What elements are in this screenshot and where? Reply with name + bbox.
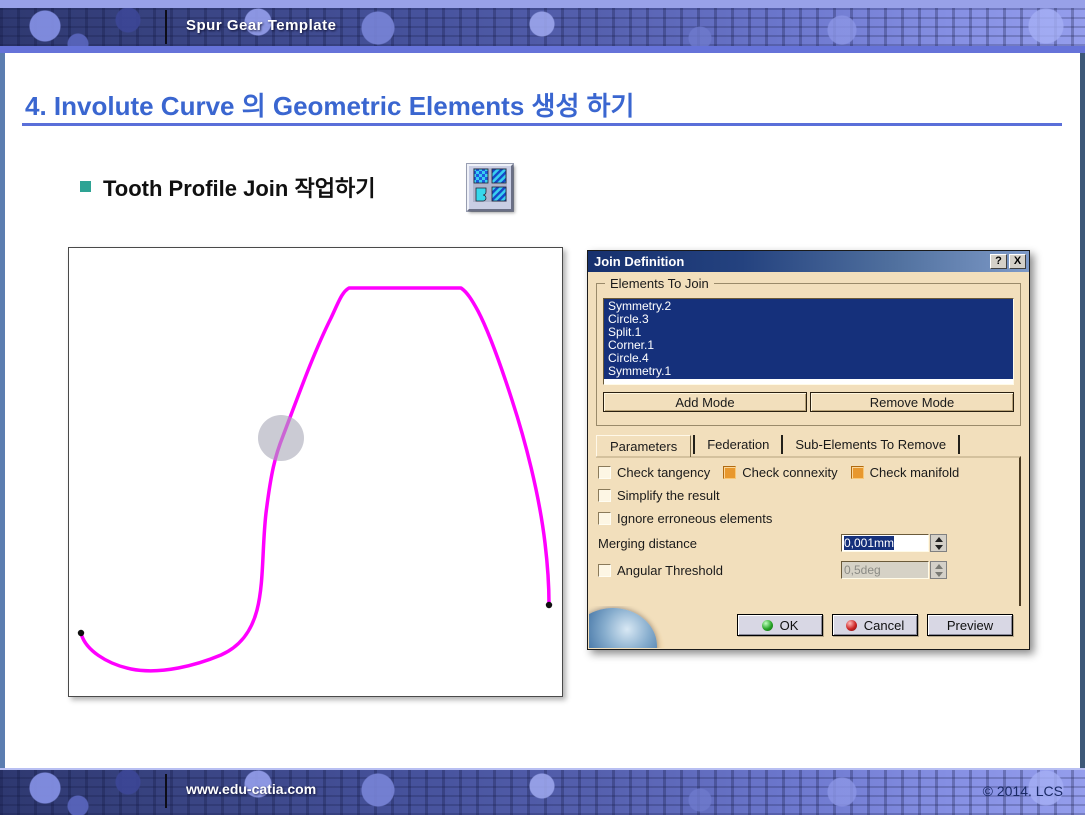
join-icon [473, 168, 507, 207]
mode-buttons-row: Add Mode Remove Mode [603, 392, 1014, 412]
footer-url: www.edu-catia.com [186, 781, 316, 797]
simplify-result-option[interactable]: Simplify the result [598, 488, 1015, 503]
check-manifold-option[interactable]: Check manifold [851, 465, 960, 480]
check-manifold-label: Check manifold [870, 465, 960, 480]
merging-distance-label: Merging distance [598, 536, 697, 551]
merging-distance-row: Merging distance 0,001mm [598, 534, 1015, 552]
simplify-result-checkbox[interactable] [598, 489, 611, 502]
slide: Spur Gear Template 4. Involute Curve 의 G… [0, 0, 1085, 815]
tab-separator [958, 435, 960, 454]
elements-to-join-group: Elements To Join Symmetry.2 Circle.3 Spl… [596, 283, 1021, 426]
spinner-down-icon [935, 572, 943, 577]
curve-endpoint-left [78, 630, 84, 636]
preview-button[interactable]: Preview [927, 614, 1013, 636]
cancel-label: Cancel [864, 618, 904, 633]
add-mode-button[interactable]: Add Mode [603, 392, 807, 412]
footer-divider-line [165, 774, 167, 808]
angular-threshold-input: 0,5deg [841, 561, 929, 579]
tooth-profile-drawing [69, 248, 562, 696]
header-banner: Spur Gear Template [0, 8, 1085, 46]
angular-threshold-value: 0,5deg [844, 563, 881, 577]
parameters-tab-panel: Check tangency Check connexity Check man… [596, 456, 1021, 606]
footer-copyright: © 2014. LCS [983, 783, 1063, 799]
header-title: Spur Gear Template [186, 17, 336, 34]
check-connexity-label: Check connexity [742, 465, 837, 480]
cancel-button[interactable]: Cancel [832, 614, 918, 636]
spinner-down-icon[interactable] [935, 545, 943, 550]
dialog-tabs: Parameters Federation Sub-Elements To Re… [596, 433, 1021, 456]
tooth-profile-curve [81, 288, 549, 671]
merging-distance-input[interactable]: 0,001mm [841, 534, 929, 552]
ok-green-icon [762, 620, 773, 631]
remove-mode-button[interactable]: Remove Mode [810, 392, 1014, 412]
list-item[interactable]: Corner.1 [608, 339, 1009, 352]
header-bottom-strip [0, 46, 1085, 53]
list-item[interactable]: Circle.3 [608, 313, 1009, 326]
ignore-erroneous-checkbox[interactable] [598, 512, 611, 525]
list-item[interactable]: Symmetry.2 [608, 300, 1009, 313]
left-border-strip [0, 53, 5, 770]
join-definition-dialog: Join Definition ? X Elements To Join Sym… [587, 250, 1030, 650]
globe-decoration [589, 606, 665, 648]
help-button[interactable]: ? [990, 254, 1007, 269]
header-divider-line [165, 10, 167, 44]
check-tangency-label: Check tangency [617, 465, 710, 480]
elements-group-label: Elements To Join [605, 276, 714, 291]
tab-separator [693, 435, 695, 454]
angular-threshold-row: Angular Threshold 0,5deg [598, 561, 1015, 579]
spinner-up-icon [935, 564, 943, 569]
simplify-result-label: Simplify the result [617, 488, 720, 503]
spinner-up-icon[interactable] [935, 537, 943, 542]
geometry-canvas[interactable] [68, 247, 563, 697]
preview-label: Preview [947, 618, 993, 633]
ignore-erroneous-option[interactable]: Ignore erroneous elements [598, 511, 1015, 526]
close-button[interactable]: X [1009, 254, 1026, 269]
page-title: 4. Involute Curve 의 Geometric Elements 생… [25, 86, 634, 123]
bullet-text: Tooth Profile Join 작업하기 [103, 171, 375, 203]
join-tool-button[interactable] [467, 164, 513, 211]
angular-threshold-spinner [930, 561, 947, 579]
bullet-marker [80, 181, 91, 192]
check-manifold-checkbox[interactable] [851, 466, 864, 479]
check-connexity-checkbox[interactable] [723, 466, 736, 479]
dialog-title: Join Definition [594, 254, 988, 269]
merging-distance-value: 0,001mm [844, 536, 894, 550]
check-options-row: Check tangency Check connexity Check man… [598, 465, 1015, 480]
tab-sub-elements-to-remove[interactable]: Sub-Elements To Remove [785, 437, 956, 452]
check-connexity-option[interactable]: Check connexity [723, 465, 837, 480]
tab-federation[interactable]: Federation [697, 437, 779, 452]
header-top-strip [0, 0, 1085, 8]
footer-banner: www.edu-catia.com © 2014. LCS [0, 770, 1085, 815]
cancel-red-icon [846, 620, 857, 631]
list-item[interactable]: Split.1 [608, 326, 1009, 339]
dialog-action-buttons: OK Cancel Preview [737, 614, 1013, 636]
dialog-titlebar[interactable]: Join Definition ? X [588, 251, 1029, 272]
angular-threshold-label: Angular Threshold [617, 563, 723, 578]
ok-label: OK [780, 618, 799, 633]
right-border-strip [1080, 53, 1085, 770]
elements-listbox[interactable]: Symmetry.2 Circle.3 Split.1 Corner.1 Cir… [603, 298, 1014, 385]
check-tangency-option[interactable]: Check tangency [598, 465, 710, 480]
tab-parameters[interactable]: Parameters [596, 435, 691, 457]
list-item[interactable]: Symmetry.1 [608, 365, 1009, 378]
angular-threshold-checkbox[interactable] [598, 564, 611, 577]
curve-endpoint-right [546, 602, 552, 608]
check-tangency-checkbox[interactable] [598, 466, 611, 479]
ignore-erroneous-label: Ignore erroneous elements [617, 511, 772, 526]
highlight-circle [258, 415, 304, 461]
tab-separator [781, 435, 783, 454]
merging-distance-spinner[interactable] [930, 534, 947, 552]
ok-button[interactable]: OK [737, 614, 823, 636]
title-underline [22, 123, 1062, 126]
